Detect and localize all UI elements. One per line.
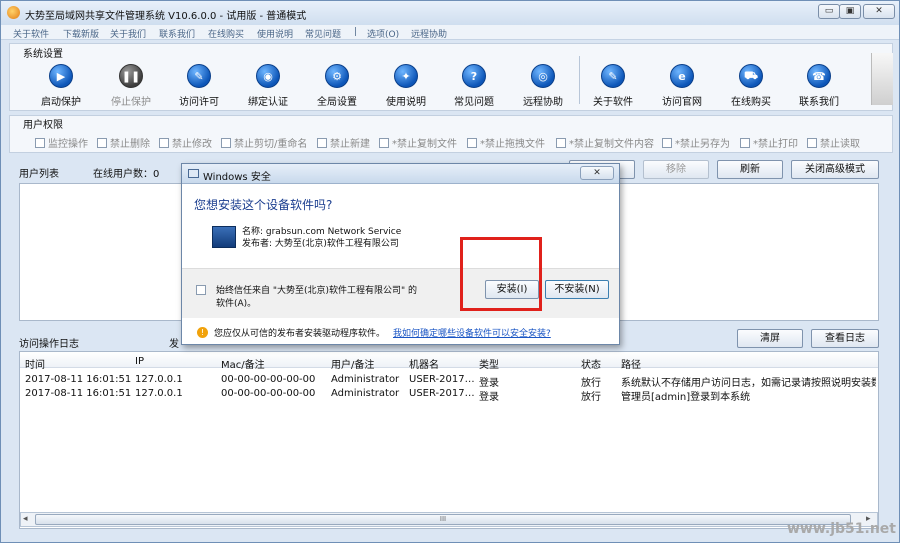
play-icon: ▶ — [49, 64, 73, 88]
window-title: 大势至局域网共享文件管理系统 V10.6.0.0 - 试用版 - 普通模式 — [25, 11, 307, 22]
menu-item[interactable]: 使用说明 — [257, 27, 293, 40]
col-status[interactable]: 状态 — [581, 356, 601, 371]
stop-protection-button[interactable]: ❚❚ 停止保护 — [101, 64, 161, 108]
safe-install-help-link[interactable]: 我如何确定哪些设备软件可以安全安装? — [393, 326, 551, 339]
remote-assist-button[interactable]: ◎ 远程协助 — [513, 64, 573, 108]
pause-icon: ❚❚ — [119, 64, 143, 88]
perm-monitor-checkbox[interactable]: 监控操作 — [35, 135, 88, 150]
bind-auth-button[interactable]: ◉ 绑定认证 — [238, 64, 298, 108]
phone-icon: ☎ — [807, 64, 831, 88]
col-ip[interactable]: IP — [135, 356, 144, 367]
perm-no-modify-checkbox[interactable]: 禁止修改 — [159, 135, 212, 150]
gear-icon: ⚙ — [325, 64, 349, 88]
perm-no-delete-checkbox[interactable]: 禁止删除 — [97, 135, 150, 150]
menu-item[interactable]: 关于我们 — [110, 27, 146, 40]
col-mac[interactable]: Mac/备注 — [221, 356, 265, 371]
perm-no-copy-file-checkbox[interactable]: *禁止复制文件 — [379, 135, 457, 150]
menu-item[interactable]: 选项(O) — [367, 27, 399, 40]
security-shield-icon — [188, 169, 199, 178]
perm-no-read-checkbox[interactable]: 禁止读取 — [807, 135, 860, 150]
dialog-title: Windows 安全 — [203, 172, 271, 183]
usage-guide-button[interactable]: ✦ 使用说明 — [376, 64, 436, 108]
dialog-close-button[interactable]: ✕ — [580, 166, 614, 180]
minimize-button[interactable]: ▭ — [818, 4, 840, 19]
perm-no-cut-rename-checkbox[interactable]: 禁止剪切/重命名 — [221, 135, 307, 150]
perm-no-drag-file-checkbox[interactable]: *禁止拖拽文件 — [467, 135, 545, 150]
watermark: www.jb51.net — [787, 521, 896, 537]
close-advanced-mode-button[interactable]: 关闭高级模式 — [791, 160, 879, 179]
dialog-heading: 您想安装这个设备软件吗? — [194, 198, 333, 212]
table-header — [20, 352, 878, 368]
user-permissions-label: 用户权限 — [23, 120, 63, 131]
always-trust-label-1: 始终信任来自 "大势至(北京)软件工程有限公司" 的 — [216, 286, 418, 296]
dialog-footer-text: 您应仅从可信的发布者安装驱动程序软件。 — [214, 329, 386, 339]
warning-shield-icon: ! — [197, 327, 208, 338]
scroll-thumb[interactable]: III — [35, 514, 851, 525]
menu-item[interactable]: 联系我们 — [159, 27, 195, 40]
cart-icon: ⛟ — [739, 64, 763, 88]
title-bar: 大势至局域网共享文件管理系统 V10.6.0.0 - 试用版 - 普通模式 ▭ … — [1, 1, 899, 25]
dialog-title-bar: Windows 安全 ✕ — [182, 164, 619, 184]
view-log-button[interactable]: 查看日志 — [811, 329, 879, 348]
menu-bar: 关于软件 下载新版 关于我们 联系我们 在线购买 使用说明 常见问题 | 选项(… — [1, 25, 899, 40]
ie-icon: e — [670, 64, 694, 88]
graduation-cap-icon: ✦ — [394, 64, 418, 88]
visit-website-button[interactable]: e 访问官网 — [652, 64, 712, 108]
scroll-left-arrow-icon[interactable]: ◂ — [23, 514, 28, 524]
system-settings-label: 系统设置 — [23, 49, 63, 60]
device-publisher: 发布者: 大势至(北京)软件工程有限公司 — [242, 239, 399, 249]
col-machine[interactable]: 机器名 — [409, 356, 439, 371]
user-list-label: 用户列表 — [19, 169, 59, 180]
about-software-button[interactable]: ✎ 关于软件 — [583, 64, 643, 108]
col-time[interactable]: 时间 — [25, 356, 45, 371]
global-settings-button[interactable]: ⚙ 全局设置 — [307, 64, 367, 108]
maximize-button[interactable]: ▣ — [839, 4, 861, 19]
close-button[interactable]: ✕ — [863, 4, 895, 19]
perm-no-save-as-checkbox[interactable]: *禁止另存为 — [662, 135, 730, 150]
app-icon — [7, 6, 20, 19]
pen-icon: ✎ — [187, 64, 211, 88]
clear-screen-button[interactable]: 清屏 — [737, 329, 803, 348]
access-permission-button[interactable]: ✎ 访问许可 — [169, 64, 229, 108]
dont-install-button[interactable]: 不安装(N) — [545, 280, 609, 299]
windows-security-dialog: Windows 安全 ✕ 您想安装这个设备软件吗? 名称: grabsun.co… — [181, 163, 620, 345]
menu-item[interactable]: 常见问题 — [305, 27, 341, 40]
remove-button[interactable]: 移除 — [643, 160, 709, 179]
globe-icon: ◉ — [256, 64, 280, 88]
buy-online-button[interactable]: ⛟ 在线购买 — [721, 64, 781, 108]
refresh-button[interactable]: 刷新 — [717, 160, 783, 179]
side-image — [871, 53, 893, 105]
col-user[interactable]: 用户/备注 — [331, 356, 374, 371]
menu-separator: | — [354, 27, 358, 37]
start-protection-button[interactable]: ▶ 启动保护 — [31, 64, 91, 108]
perm-no-print-checkbox[interactable]: *禁止打印 — [740, 135, 798, 150]
col-type[interactable]: 类型 — [479, 356, 499, 371]
col-path[interactable]: 路径 — [621, 356, 641, 371]
perm-no-copy-content-checkbox[interactable]: *禁止复制文件内容 — [556, 135, 654, 150]
menu-item[interactable]: 关于软件 — [13, 27, 49, 40]
edit-icon: ✎ — [601, 64, 625, 88]
menu-item[interactable]: 远程协助 — [411, 27, 447, 40]
highlight-box — [460, 237, 542, 311]
toolbar-divider — [579, 56, 580, 104]
contact-us-button[interactable]: ☎ 联系我们 — [789, 64, 849, 108]
menu-item[interactable]: 下载新版 — [63, 27, 99, 40]
access-log-label: 访问操作日志 — [19, 339, 79, 350]
perm-no-create-checkbox[interactable]: 禁止新建 — [317, 135, 370, 150]
computer-icon — [212, 226, 236, 248]
faq-button[interactable]: ? 常见问题 — [444, 64, 504, 108]
always-trust-label-2: 软件(A)。 — [216, 299, 257, 309]
log-filter-label: 发 — [169, 339, 179, 350]
menu-item[interactable]: 在线购买 — [208, 27, 244, 40]
online-user-count: 在线用户数：0 — [93, 169, 160, 180]
remote-icon: ◎ — [531, 64, 555, 88]
always-trust-checkbox[interactable] — [196, 285, 206, 295]
question-icon: ? — [462, 64, 486, 88]
